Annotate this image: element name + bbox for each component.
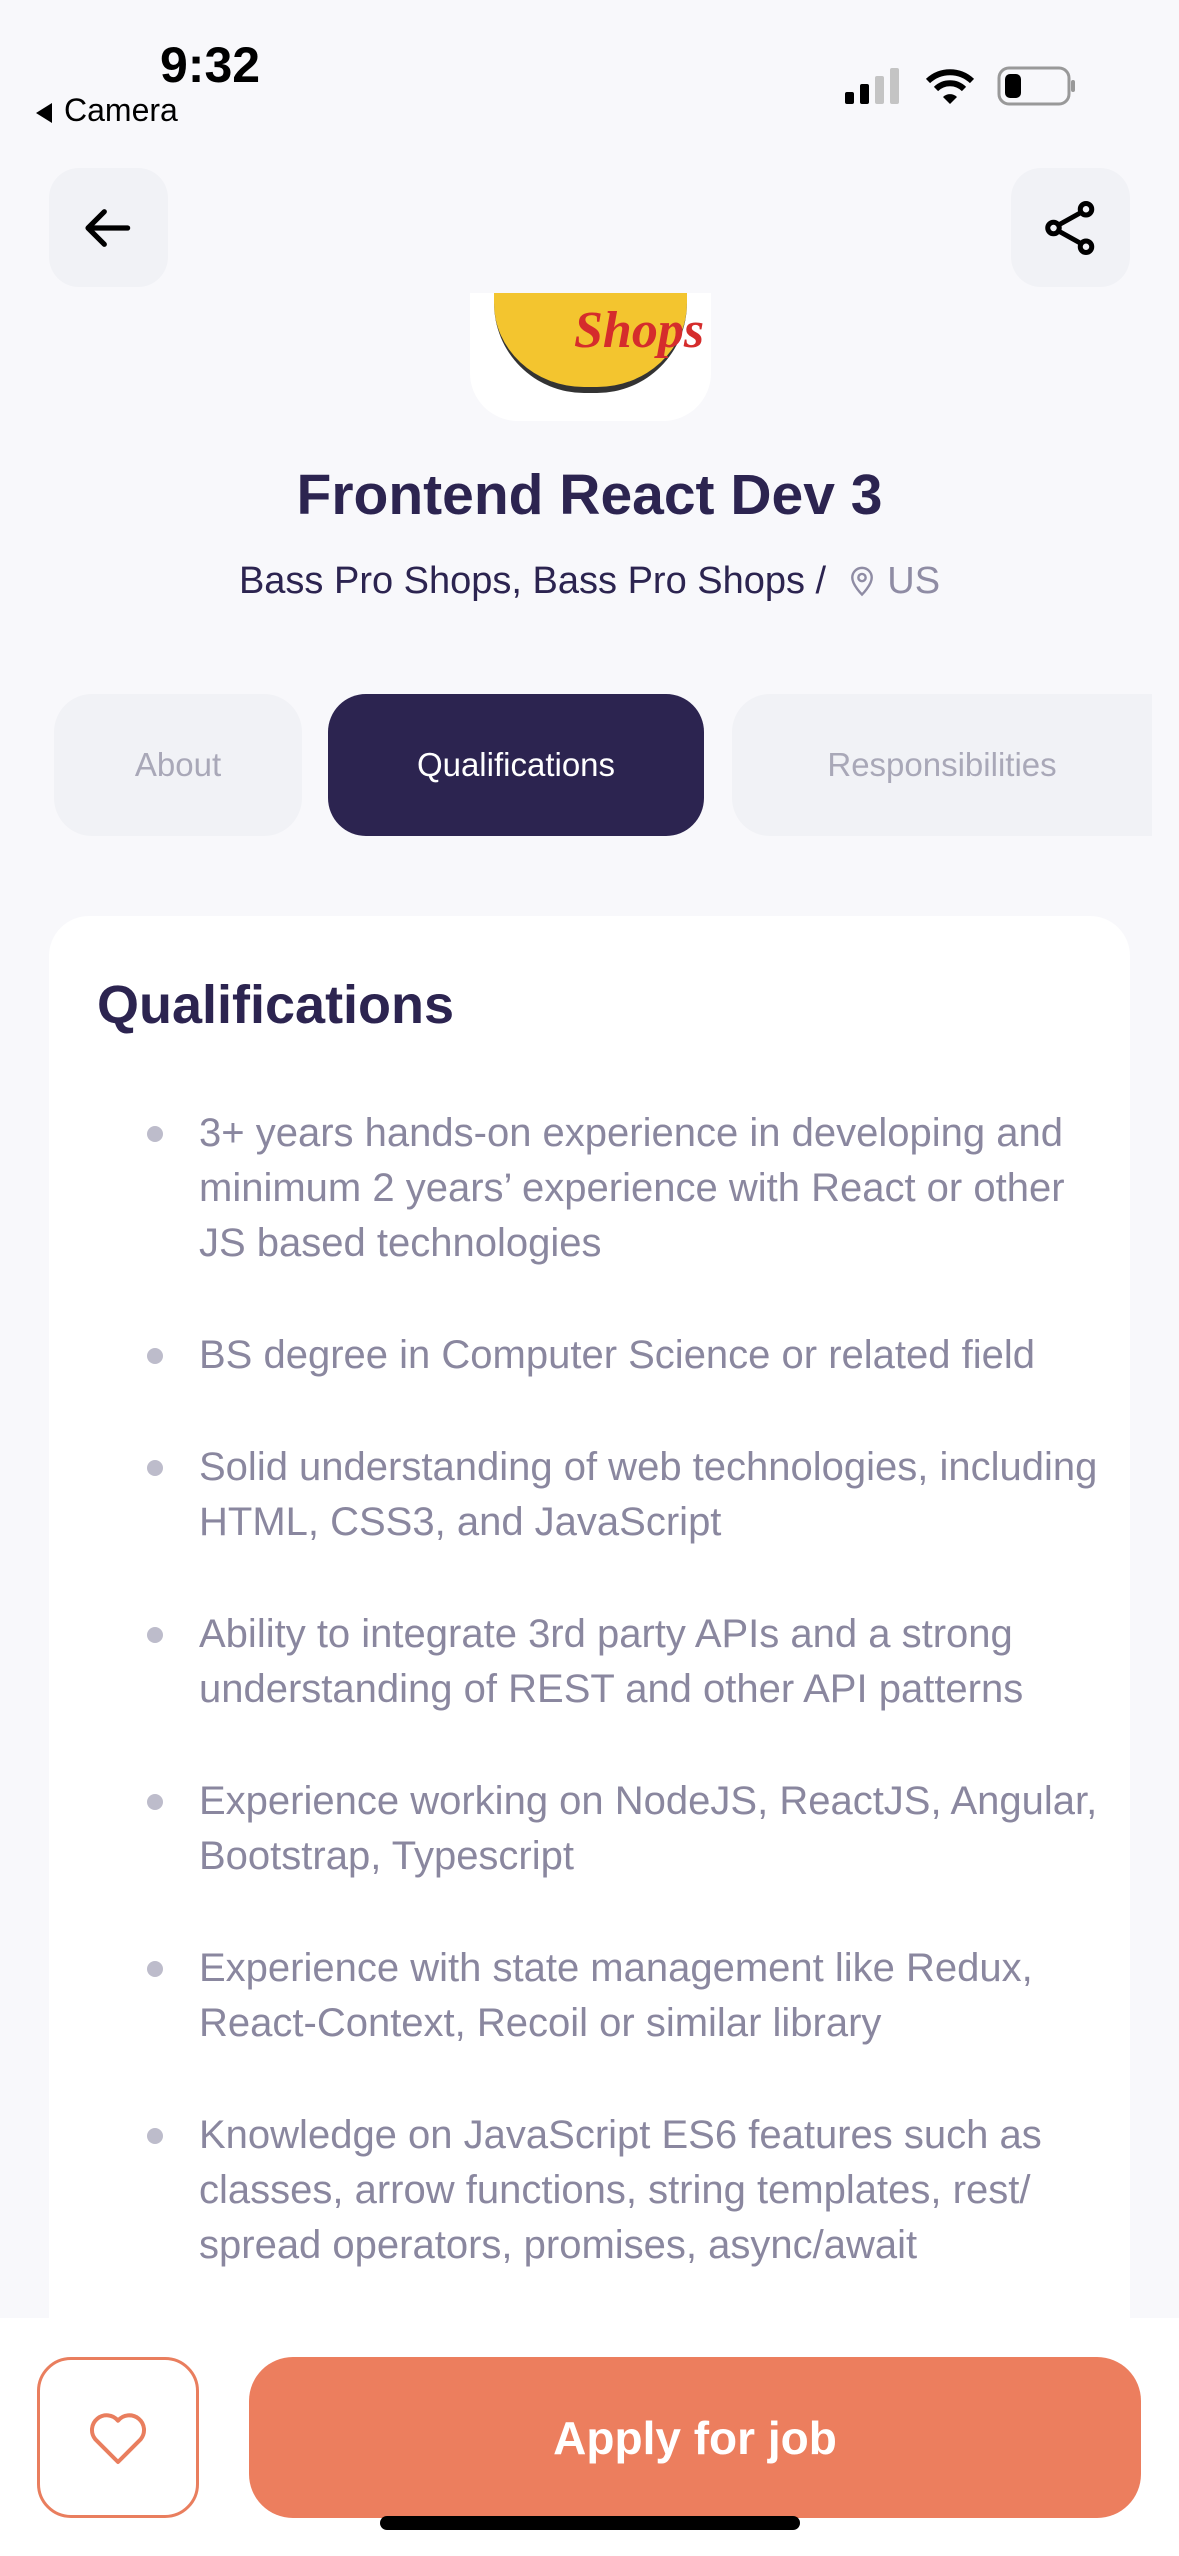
job-location: US bbox=[887, 560, 941, 602]
back-app-label: Camera bbox=[64, 92, 178, 128]
share-icon bbox=[1044, 200, 1094, 255]
back-button[interactable] bbox=[49, 168, 168, 287]
list-item: Experience working on NodeJS, ReactJS, A… bbox=[103, 1774, 1103, 1884]
arrow-left-icon bbox=[84, 208, 130, 247]
status-icons bbox=[845, 66, 1077, 106]
company-name: Bass Pro Shops, Bass Pro Shops / bbox=[238, 560, 827, 602]
list-item: Experience with state management like Re… bbox=[103, 1941, 1103, 2051]
back-triangle-icon bbox=[36, 102, 52, 123]
list-item: Knowledge on JavaScript ES6 features suc… bbox=[103, 2108, 1103, 2273]
list-item: Solid understanding of web technologies,… bbox=[103, 1440, 1103, 1550]
qualifications-card: Qualifications 3+ years hands-on experie… bbox=[49, 916, 1130, 2416]
favorite-button[interactable] bbox=[37, 2357, 199, 2518]
status-time: 9:32 bbox=[160, 37, 261, 93]
back-to-camera-link[interactable]: Camera bbox=[36, 92, 178, 129]
job-company-location: Bass Pro Shops, Bass Pro Shops / US bbox=[0, 560, 1179, 603]
job-title: Frontend React Dev 3 bbox=[296, 463, 883, 527]
tab-qualifications[interactable]: Qualifications bbox=[328, 694, 704, 836]
location-pin-icon bbox=[850, 566, 873, 597]
wifi-icon bbox=[925, 69, 975, 104]
tab-responsibilities[interactable]: Responsibilities bbox=[732, 694, 1152, 836]
battery-icon bbox=[997, 66, 1075, 106]
section-heading: Qualifications bbox=[97, 975, 455, 1035]
heart-icon bbox=[90, 2412, 146, 2464]
list-item: 3+ years hands-on experience in developi… bbox=[103, 1106, 1103, 1271]
list-item: Ability to integrate 3rd party APIs and … bbox=[103, 1607, 1103, 1717]
apply-button[interactable]: Apply for job bbox=[249, 2357, 1141, 2518]
signal-icon bbox=[845, 68, 899, 104]
list-item: BS degree in Computer Science or related… bbox=[103, 1328, 1103, 1383]
company-logo: Shops bbox=[470, 293, 711, 421]
home-indicator bbox=[380, 2516, 800, 2530]
qualifications-list: 3+ years hands-on experience in developi… bbox=[103, 1106, 1103, 2330]
share-button[interactable] bbox=[1011, 168, 1130, 287]
tab-about[interactable]: About bbox=[54, 694, 302, 836]
